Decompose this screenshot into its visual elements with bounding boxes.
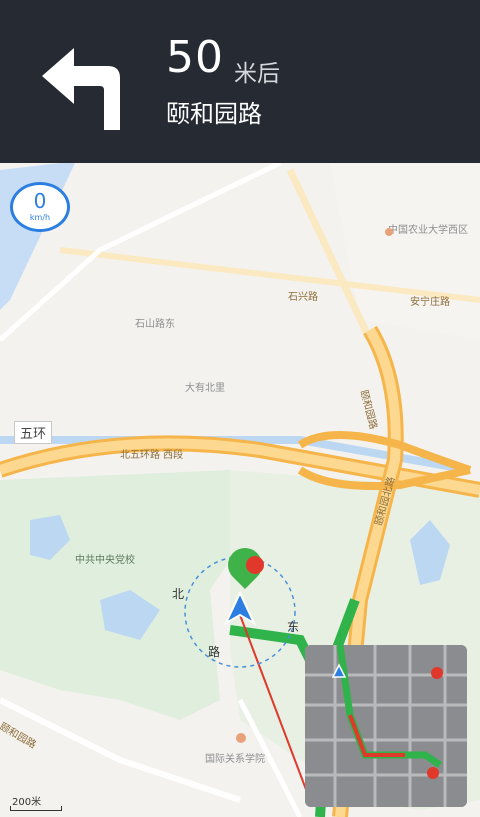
map-road-label: 北五环路 西段 [120, 450, 184, 461]
left-turn-icon [42, 48, 120, 130]
traffic-light-icon [246, 556, 264, 574]
distance-value: 50 [166, 32, 224, 83]
map-route-label: 北 [172, 587, 185, 601]
poi-dot-icon [385, 228, 393, 236]
speed-unit: km/h [29, 213, 51, 222]
current-location-icon [223, 591, 257, 626]
distance-unit: 米后 [234, 61, 280, 87]
map-route-label: 路 [208, 645, 221, 659]
map-scale-bar [10, 806, 62, 811]
map-poi-label: 国际关系学院 [205, 754, 265, 765]
map-road-label: 石兴路 [288, 292, 318, 303]
compass-north-icon [431, 667, 443, 679]
navigation-header: 50 米后 颐和园路 [0, 0, 480, 163]
speed-indicator: 0 km/h [10, 182, 70, 232]
route-overview-minimap[interactable] [305, 645, 467, 807]
map-area-label: 大有北里 [185, 383, 225, 394]
map-route-label: 东 [287, 620, 300, 634]
map-area-label: 石山路东 [135, 319, 175, 330]
speed-value: 0 [33, 189, 47, 213]
map-poi-label: 中共中央党校 [75, 555, 135, 566]
minimap-canvas [305, 645, 467, 807]
poi-dot-icon [236, 733, 246, 743]
next-road-name: 颐和园路 [166, 100, 262, 128]
map-road-label: 安宁庄路 [410, 297, 450, 308]
ring-road-label: 五环 [14, 421, 53, 444]
map-poi-label: 中国农业大学西区 [388, 225, 468, 236]
